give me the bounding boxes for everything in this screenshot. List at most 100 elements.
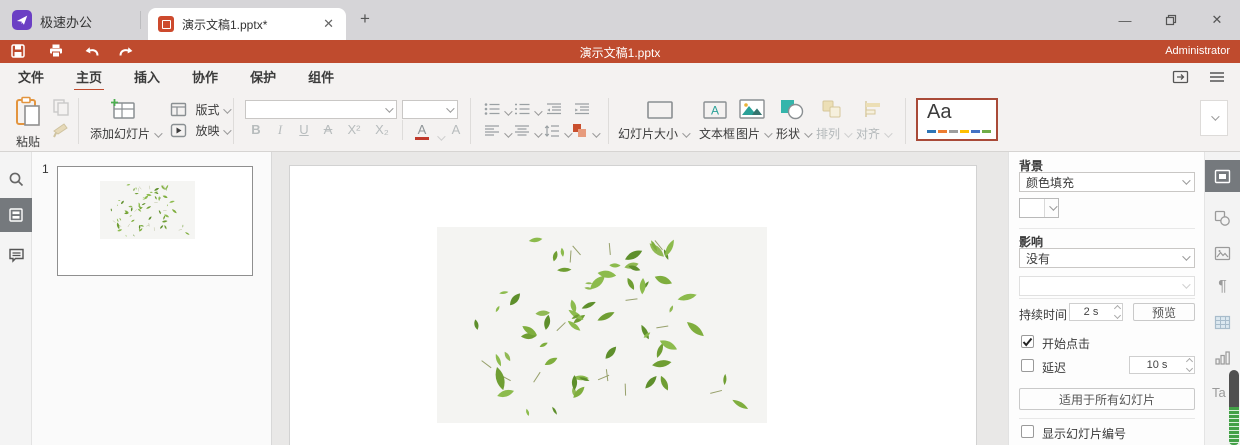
paste-label: 粘贴 [15,135,40,149]
title-bar: 极速办公 演示文稿1.pptx* ✕ + — ✕ [0,0,1240,40]
paste-button[interactable]: 粘贴 [8,96,48,149]
line-spacing-button[interactable] [544,124,573,143]
theme-gallery-item[interactable]: Aa [916,98,998,141]
stepper-arrows-icon[interactable] [1184,357,1194,373]
bold-button[interactable]: B [246,122,266,137]
theme-colors-button[interactable] [572,123,601,143]
scrollbar-thumb[interactable] [1229,370,1239,407]
superscript-button[interactable]: X² [342,122,366,137]
image-settings-icon [1214,246,1231,260]
add-slide-icon[interactable] [110,98,136,125]
slides-view-button[interactable] [0,198,32,232]
menu-item-protect[interactable]: 保护 [244,62,282,92]
tab-close-icon[interactable]: ✕ [321,16,336,32]
strikethrough-button[interactable]: A [318,122,338,137]
delay-checkbox[interactable] [1021,359,1034,372]
image-settings-button[interactable] [1205,239,1240,267]
color-dropdown[interactable] [1045,199,1058,217]
close-button[interactable]: ✕ [1194,0,1240,40]
slide-settings-button[interactable] [1205,160,1240,192]
paragraph-settings-button[interactable]: ¶ [1205,273,1240,301]
background-fill-select[interactable]: 颜色填充 [1019,172,1195,192]
start-on-click-checkbox[interactable] [1021,335,1034,348]
document-tab[interactable]: 演示文稿1.pptx* ✕ [148,8,346,40]
increase-indent-button[interactable] [574,102,590,121]
panel-scrollbar[interactable] [1229,370,1239,445]
new-tab-button[interactable]: + [360,9,370,29]
arrange-button[interactable]: 排列 [816,125,853,143]
show-slide-number-checkbox[interactable] [1021,425,1034,438]
group-divider [905,98,906,144]
font-color-dropdown[interactable] [433,128,446,146]
align-left-button[interactable] [484,124,513,143]
slide-size-button[interactable]: 幻灯片大小 [618,125,691,143]
shapes-icon[interactable] [779,98,805,125]
stepper-arrows-icon[interactable] [1112,304,1122,320]
menu-bar: 文件 主页 插入 协作 保护 组件 [0,62,1240,92]
search-button[interactable] [0,164,32,194]
menu-item-file[interactable]: 文件 [12,62,50,92]
shapes-button[interactable]: 形状 [776,125,813,143]
user-name[interactable]: Administrator [1165,45,1230,57]
comment-icon [8,248,24,263]
slide-number: 1 [42,162,49,176]
effect-select[interactable]: 没有 [1019,248,1195,268]
add-slide-button[interactable]: 添加幻灯片 [90,125,163,143]
align-objects-button[interactable]: 对齐 [856,125,893,143]
table-settings-button[interactable] [1205,308,1240,336]
background-color-picker[interactable] [1019,198,1059,218]
group-divider [608,98,609,144]
hamburger-menu-icon[interactable] [1208,69,1226,85]
clipboard-icon [16,96,40,126]
font-name-select[interactable] [245,100,397,119]
preview-button[interactable]: 预览 [1133,303,1195,321]
effect-option-select[interactable] [1019,276,1195,296]
layout-button[interactable]: 版式 [170,101,233,119]
duration-stepper[interactable]: 2 s [1069,303,1123,321]
textbox-icon[interactable]: A [702,100,728,125]
start-on-click-label: 开始点击 [1042,337,1091,351]
quick-access-bar: 演示文稿1.pptx Administrator [0,40,1240,63]
copy-button[interactable] [52,98,70,121]
format-painter-button[interactable] [52,122,70,143]
scrollbar-progress [1229,407,1239,445]
leaves-image[interactable] [437,227,767,423]
chevron-down-icon [154,129,163,138]
italic-button[interactable]: I [270,122,290,138]
menu-item-collaborate[interactable]: 协作 [186,62,224,92]
picture-button[interactable]: 图片 [736,125,773,143]
chart-settings-button[interactable] [1205,343,1240,371]
apply-all-button[interactable]: 适用于所有幻灯片 [1019,388,1195,410]
bullet-list-button[interactable] [484,102,513,121]
numbered-list-button[interactable] [514,102,543,121]
align-objects-icon[interactable] [860,98,886,125]
slide-thumbnails-panel: 1 [32,152,271,445]
highlight-color-button[interactable]: A [446,122,466,137]
restore-button[interactable] [1148,0,1194,40]
ribbon-collapse-button[interactable] [1200,100,1228,136]
font-color-button[interactable]: A [412,122,432,140]
menu-item-home[interactable]: 主页 [70,62,108,92]
align-center-button[interactable] [514,124,543,143]
font-size-select[interactable] [402,100,458,119]
chevron-down-icon [223,105,233,114]
presentation-file-icon [158,16,174,32]
arrange-icon[interactable] [820,98,846,125]
current-slide[interactable] [289,165,977,445]
menu-item-components[interactable]: 组件 [302,62,340,92]
menu-item-insert[interactable]: 插入 [128,62,166,92]
slide-thumbnail[interactable] [57,166,253,276]
minimize-button[interactable]: — [1102,0,1148,40]
picture-icon[interactable] [738,98,766,125]
shape-settings-button[interactable] [1205,204,1240,232]
delay-stepper[interactable]: 10 s [1129,356,1195,374]
open-location-icon[interactable] [1172,69,1190,85]
slides-icon [9,208,23,222]
slide-size-icon[interactable] [646,100,674,125]
textbox-button[interactable]: 文本框 [699,125,735,143]
underline-button[interactable]: U [294,122,314,137]
comments-button[interactable] [0,240,32,270]
decrease-indent-button[interactable] [546,102,562,121]
subscript-button[interactable]: X₂ [370,122,394,137]
slideshow-button[interactable]: 放映 [170,122,233,140]
